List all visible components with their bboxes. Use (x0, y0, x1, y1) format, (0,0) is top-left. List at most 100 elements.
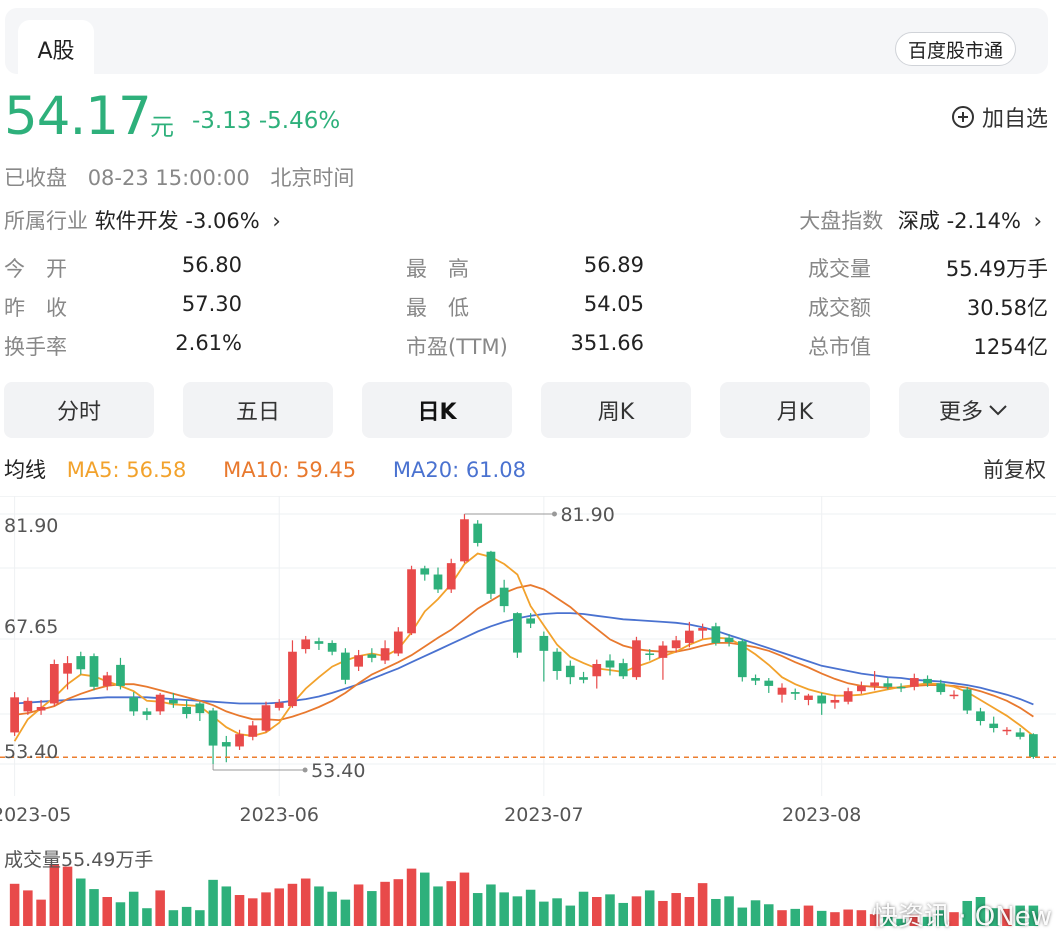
volume-bar (287, 883, 298, 926)
ma-legend-label: 均线 (4, 458, 46, 482)
volume-bar (300, 878, 311, 926)
volume-bar (697, 883, 708, 926)
candle-down (473, 523, 483, 543)
period-tab-daily[interactable]: 日K (362, 382, 512, 438)
ma5-line (13, 552, 1034, 742)
candle-down (539, 635, 549, 651)
index-name: 深成 (897, 209, 940, 233)
candle-down (764, 680, 774, 686)
volume-bar (327, 891, 337, 926)
candle-up (830, 699, 840, 703)
industry-link[interactable]: 所属行业 软件开发 -3.06% › (4, 205, 281, 235)
volume-bar (181, 906, 192, 926)
stat-label: 市盈(TTM) (406, 335, 508, 359)
x-tick-label: 2023-06 (240, 804, 319, 826)
volume-bar (433, 886, 443, 926)
candle-down (420, 568, 430, 575)
volume-bar (459, 872, 470, 926)
ma20-value: MA20: 61.08 (392, 458, 526, 482)
candle-up (658, 645, 668, 658)
price-adjustment-toggle[interactable]: 前复权 (983, 454, 1046, 484)
candle-up (407, 569, 416, 634)
volume-bar (49, 864, 60, 926)
index-link[interactable]: 大盘指数 深成 -2.14% › (799, 205, 1042, 235)
candle-up (909, 678, 919, 687)
stat-label: 最 低 (406, 296, 469, 320)
current-price: 54.17 (4, 86, 152, 147)
volume-bar (36, 899, 46, 926)
candle-up (288, 651, 297, 707)
candle-down (724, 637, 734, 643)
candle-down (486, 551, 496, 594)
candle-up (393, 631, 403, 654)
ma10-value: MA10: 59.45 (223, 458, 357, 482)
period-tab-weekly[interactable]: 周K (541, 382, 691, 438)
tab-a-share[interactable]: A股 (18, 20, 94, 82)
candlestick-chart[interactable]: 81.90 53.40 81.90 67.65 53.40 2023-05 2023-06… (0, 496, 1056, 926)
candle-down (142, 711, 152, 715)
candle-down (579, 677, 588, 680)
candle-down (129, 697, 139, 712)
candle-up (671, 640, 681, 649)
trading-status: 已收盘 08-23 15:00:00 北京时间 (4, 162, 368, 192)
volume-bar (499, 892, 509, 926)
stat-value: 351.66 (570, 331, 644, 355)
volume-bar (724, 896, 734, 926)
candle-up (23, 700, 33, 712)
candle-down (711, 626, 721, 643)
candle-up (632, 640, 641, 678)
candle-up (949, 694, 959, 697)
add-watchlist-label: 加自选 (981, 107, 1048, 132)
index-change: -2.14% (946, 209, 1021, 233)
candle-up (857, 685, 866, 692)
watermark: 快资讯 · ONew (872, 902, 1052, 932)
market-tab-bar: A股 百度股市通 (5, 8, 1048, 82)
candle-down (208, 710, 218, 746)
period-tab-5day[interactable]: 五日 (183, 382, 333, 438)
candle-up (248, 725, 258, 737)
volume-bar (578, 891, 589, 926)
volume-bar (221, 886, 232, 926)
change-percent: -5.46% (258, 108, 341, 134)
stat-value: 1254亿 (973, 335, 1048, 359)
stat-value: 54.05 (583, 292, 644, 316)
volume-label: 成交量55.49万手 (4, 849, 154, 871)
volume-bar (777, 910, 787, 926)
volume-bar (76, 878, 86, 926)
stat-label: 成交额 (808, 296, 871, 320)
stat-value: 56.89 (583, 253, 644, 277)
candle-up (36, 706, 46, 711)
ma10-line (14, 584, 1034, 722)
price-change: -3.13 -5.46% (192, 108, 340, 134)
period-tab-intraday[interactable]: 分时 (4, 382, 154, 438)
industry-change: -3.06% (185, 209, 260, 233)
candle-up (10, 697, 19, 733)
volume-bar (631, 896, 642, 926)
candle-up (1002, 729, 1012, 732)
volume-bar (843, 909, 853, 926)
ma-legend: 均线 MA5: 56.58 MA10: 59.45 MA20: 61.08 (4, 454, 556, 484)
candle-down (89, 656, 99, 687)
candle-down (737, 641, 747, 678)
volume-bar (618, 902, 628, 926)
volume-bar (367, 891, 377, 926)
candle-up (446, 563, 456, 590)
candle-down (367, 654, 377, 658)
add-watchlist-button[interactable]: 加自选 (951, 101, 1048, 133)
period-tab-monthly[interactable]: 月K (720, 382, 870, 438)
candle-down (341, 652, 350, 680)
volume-bar (816, 910, 827, 926)
volume-bar (552, 898, 562, 926)
volume-bar (393, 879, 404, 926)
brand-badge[interactable]: 百度股市通 (894, 32, 1016, 66)
quote-timezone: 北京时间 (270, 166, 355, 190)
candle-down (314, 641, 324, 644)
index-label: 大盘指数 (799, 209, 884, 233)
candle-up (460, 519, 469, 562)
candle-up (777, 687, 787, 695)
period-tab-more[interactable]: 更多 (899, 382, 1049, 438)
ma5-value: MA5: 56.58 (66, 458, 187, 482)
stat-value: 30.58亿 (966, 296, 1048, 320)
industry-label: 所属行业 (4, 209, 88, 233)
volume-bar (764, 904, 774, 926)
